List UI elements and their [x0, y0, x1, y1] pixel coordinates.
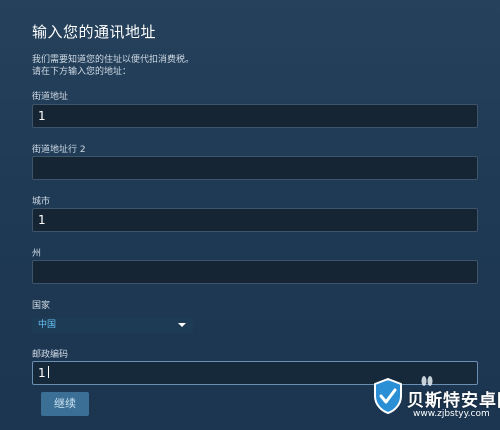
country-select[interactable]: 中国: [32, 317, 193, 333]
watermark-url: www.zjbstyy.com: [413, 409, 490, 419]
street-address-2-input[interactable]: [32, 156, 478, 180]
description-line-2: 请在下方输入您的地址：: [32, 67, 132, 77]
state-label: 州: [32, 249, 42, 259]
chevron-down-icon: [178, 323, 186, 327]
postal-code-value: 1: [38, 366, 46, 380]
city-label: 城市: [32, 197, 51, 207]
watermark: 贝斯特安卓网 www.zjbstyy.com: [363, 372, 500, 430]
sparkle-icon: [421, 376, 433, 386]
postal-code-label: 邮政编码: [32, 350, 69, 360]
shield-icon: [374, 378, 402, 414]
continue-button[interactable]: 继续: [41, 392, 89, 416]
country-selected-value: 中国: [38, 320, 57, 330]
city-input[interactable]: 1: [32, 208, 478, 232]
text-caret: [47, 366, 49, 378]
country-label: 国家: [32, 301, 51, 311]
street-address-input[interactable]: 1: [32, 104, 478, 128]
street-address-2-label: 街道地址行 2: [32, 145, 86, 155]
watermark-brand: 贝斯特安卓网: [407, 391, 500, 411]
page-title: 输入您的通讯地址: [32, 23, 157, 41]
state-input[interactable]: [32, 260, 478, 284]
street-address-label: 街道地址: [32, 92, 69, 102]
